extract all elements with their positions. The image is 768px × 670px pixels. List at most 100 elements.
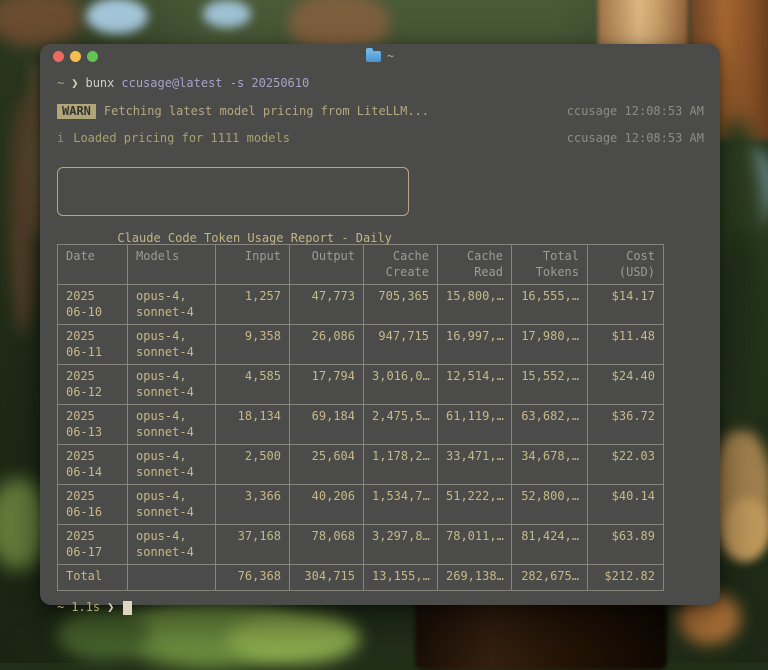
warn-log-line: WARN Fetching latest model pricing from … — [57, 104, 704, 119]
cell-date: 2025 06-17 — [58, 525, 128, 565]
cell-date: 2025 06-10 — [58, 285, 128, 325]
folder-icon — [366, 51, 381, 62]
cell-date: 2025 06-11 — [58, 325, 128, 365]
cell-input: 1,257 — [216, 285, 290, 325]
table-row: 2025 06-16 opus-4, sonnet-4 3,366 40,206… — [58, 485, 664, 525]
log-time: 12:08:53 AM — [625, 104, 704, 118]
cell-cache-create: 1,534,7… — [364, 485, 438, 525]
cell-output: 69,184 — [290, 405, 364, 445]
report-title-box: Claude Code Token Usage Report - Daily — [57, 167, 409, 216]
cell-total-label: Total — [58, 565, 128, 591]
cell-cache-create: 947,715 — [364, 325, 438, 365]
cell-total-tokens: 16,555,… — [512, 285, 588, 325]
wallpaper-sky-patch — [203, 0, 251, 28]
cell-input: 18,134 — [216, 405, 290, 445]
command-args: ccusage@latest -s 20250610 — [121, 76, 309, 91]
cell-cache-create: 1,178,2… — [364, 445, 438, 485]
cell-cost: $212.82 — [588, 565, 664, 591]
info-message: Loaded pricing for 1111 models — [73, 131, 290, 146]
prompt-arrow-icon: ❯ — [107, 600, 114, 615]
cell-input: 3,366 — [216, 485, 290, 525]
cell-cache-read: 61,119,… — [438, 405, 512, 445]
cell-output: 78,068 — [290, 525, 364, 565]
table-row: 2025 06-13 opus-4, sonnet-4 18,134 69,18… — [58, 405, 664, 445]
cell-models: opus-4, sonnet-4 — [128, 445, 216, 485]
wallpaper-foliage-blob — [58, 608, 150, 660]
cell-cache-read: 51,222,… — [438, 485, 512, 525]
cell-cost: $22.03 — [588, 445, 664, 485]
log-source: ccusage — [567, 131, 618, 145]
cell-total-tokens: 34,678,… — [512, 445, 588, 485]
cell-cache-read: 12,514,… — [438, 365, 512, 405]
info-icon: i — [57, 131, 64, 146]
cell-cost: $63.89 — [588, 525, 664, 565]
cell-models: opus-4, sonnet-4 — [128, 485, 216, 525]
cell-models: opus-4, sonnet-4 — [128, 285, 216, 325]
cell-output: 17,794 — [290, 365, 364, 405]
command-text: bunx — [85, 76, 114, 91]
window-titlebar[interactable]: ~ — [40, 44, 720, 68]
warn-badge: WARN — [57, 104, 96, 119]
cell-cache-create: 13,155,… — [364, 565, 438, 591]
cell-input: 76,368 — [216, 565, 290, 591]
terminal-content[interactable]: ~ ❯ bunx ccusage@latest -s 20250610 WARN… — [40, 68, 720, 615]
wallpaper-foliage-blob — [228, 612, 360, 664]
cell-date: 2025 06-14 — [58, 445, 128, 485]
table-total-row: Total 76,368 304,715 13,155,… 269,138… 2… — [58, 565, 664, 591]
cell-date: 2025 06-16 — [58, 485, 128, 525]
cell-output: 47,773 — [290, 285, 364, 325]
cell-cache-read: 269,138… — [438, 565, 512, 591]
cell-date: 2025 06-13 — [58, 405, 128, 445]
report-title: Claude Code Token Usage Report - Daily — [117, 231, 392, 245]
cell-output: 25,604 — [290, 445, 364, 485]
cell-cache-create: 2,475,5… — [364, 405, 438, 445]
table-row: 2025 06-14 opus-4, sonnet-4 2,500 25,604… — [58, 445, 664, 485]
col-header-total-tokens: Total Tokens — [512, 245, 588, 285]
cell-cost: $24.40 — [588, 365, 664, 405]
cell-output: 304,715 — [290, 565, 364, 591]
prompt-arrow-icon: ❯ — [71, 76, 78, 91]
cell-total-tokens: 63,682,… — [512, 405, 588, 445]
wallpaper-dry-plants — [724, 498, 768, 560]
cell-models: opus-4, sonnet-4 — [128, 365, 216, 405]
cell-input: 37,168 — [216, 525, 290, 565]
cell-models: opus-4, sonnet-4 — [128, 325, 216, 365]
table-row: 2025 06-11 opus-4, sonnet-4 9,358 26,086… — [58, 325, 664, 365]
wallpaper-sky-patch — [86, 0, 148, 34]
prompt-cwd: ~ — [57, 76, 64, 91]
cell-cost: $36.72 — [588, 405, 664, 445]
cell-models: opus-4, sonnet-4 — [128, 525, 216, 565]
wallpaper-foliage-blob — [716, 228, 768, 428]
log-meta: ccusage 12:08:53 AM — [567, 104, 704, 119]
cell-cache-read: 16,997,… — [438, 325, 512, 365]
terminal-window: ~ ~ ❯ bunx ccusage@latest -s 20250610 WA… — [40, 44, 720, 605]
command-duration: 1.1s — [71, 600, 100, 615]
cell-models — [128, 565, 216, 591]
info-log-line: i Loaded pricing for 1111 models ccusage… — [57, 131, 704, 146]
table-row: 2025 06-10 opus-4, sonnet-4 1,257 47,773… — [58, 285, 664, 325]
log-source: ccusage — [567, 104, 618, 118]
cell-models: opus-4, sonnet-4 — [128, 405, 216, 445]
cell-output: 26,086 — [290, 325, 364, 365]
table-row: 2025 06-12 opus-4, sonnet-4 4,585 17,794… — [58, 365, 664, 405]
cell-cache-read: 33,471,… — [438, 445, 512, 485]
col-header-cost: Cost (USD) — [588, 245, 664, 285]
command-line: ~ ❯ bunx ccusage@latest -s 20250610 — [57, 76, 704, 91]
cell-cost: $11.48 — [588, 325, 664, 365]
table-row: 2025 06-17 opus-4, sonnet-4 37,168 78,06… — [58, 525, 664, 565]
terminal-cursor[interactable] — [123, 601, 132, 615]
cell-cache-create: 3,297,8… — [364, 525, 438, 565]
cell-total-tokens: 282,675… — [512, 565, 588, 591]
cell-cache-read: 78,011,… — [438, 525, 512, 565]
window-title: ~ — [387, 49, 394, 63]
usage-table: Date Models Input Output Cache Create Ca… — [57, 244, 664, 591]
cell-total-tokens: 17,980,… — [512, 325, 588, 365]
log-meta: ccusage 12:08:53 AM — [567, 131, 704, 146]
cell-cost: $40.14 — [588, 485, 664, 525]
cell-cache-create: 705,365 — [364, 285, 438, 325]
cell-cost: $14.17 — [588, 285, 664, 325]
wallpaper-canopy-blob — [0, 0, 83, 46]
log-time: 12:08:53 AM — [625, 131, 704, 145]
cell-input: 2,500 — [216, 445, 290, 485]
next-prompt-line: ~ 1.1s ❯ — [57, 600, 704, 615]
